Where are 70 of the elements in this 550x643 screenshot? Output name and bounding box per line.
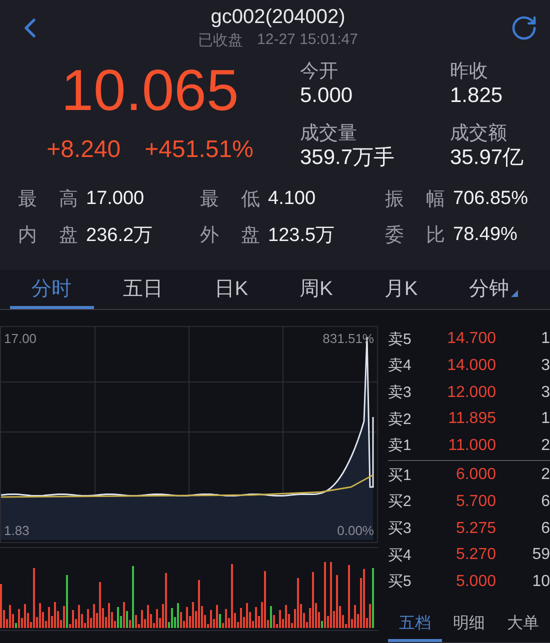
ask-price: 14.000 [446, 356, 496, 375]
ask-level: 卖5 [388, 330, 412, 349]
bid-level: 买4 [388, 546, 412, 565]
bid-price: 5.000 [454, 572, 496, 591]
bid-volume: 6 [540, 492, 550, 511]
bid-volume: 2 [540, 466, 550, 484]
period-tab[interactable]: 周K [278, 270, 355, 310]
summary-label: 成交额 [450, 122, 508, 146]
stat-value: 236.2万 [86, 224, 153, 248]
period-tab[interactable]: 分钟 [447, 270, 540, 310]
ask-volume: 1 [540, 330, 550, 348]
bid-level: 买5 [388, 572, 412, 592]
bid-price: 5.270 [454, 546, 496, 564]
ask-volume: 1 [540, 410, 550, 428]
period-tab[interactable]: 月K [362, 270, 440, 310]
book-tab[interactable]: 大单 [496, 609, 550, 642]
bid-level: 买2 [388, 492, 412, 512]
ask-price: 11.000 [447, 436, 496, 455]
price-change: +8.240 [46, 136, 121, 164]
ask-price: 14.700 [446, 330, 496, 348]
stock-title: gc002(204002) [210, 6, 346, 30]
summary-value: 1.825 [450, 83, 504, 108]
percent-change: +451.51% [144, 136, 254, 164]
summary-label: 成交量 [300, 122, 358, 146]
ask-level: 卖1 [388, 436, 412, 456]
stat-label: 外盘 [200, 224, 260, 248]
period-tab[interactable]: 五日 [101, 270, 186, 310]
book-tab[interactable]: 五档 [388, 609, 442, 642]
ask-volume: 2 [540, 436, 550, 455]
refresh-button[interactable] [510, 14, 538, 42]
bid-level: 买1 [388, 466, 412, 485]
book-tab[interactable]: 明细 [442, 609, 496, 642]
summary-value: 35.97亿 [450, 145, 525, 170]
market-status: 已收盘 [198, 31, 244, 50]
stat-value: 78.49% [453, 224, 518, 246]
bid-price: 5.275 [454, 520, 496, 538]
update-time: 12-27 15:01:47 [257, 31, 358, 50]
stat-value: 4.100 [268, 188, 316, 210]
bid-price: 6.000 [454, 466, 496, 484]
period-tab[interactable]: 日K [192, 270, 270, 310]
last-price: 10.065 [61, 57, 239, 126]
bid-volume: 59 [531, 546, 550, 564]
ask-volume: 3 [540, 356, 550, 375]
ask-level: 卖3 [388, 383, 412, 402]
bid-volume: 10 [531, 572, 550, 591]
axis-label: 831.51% [322, 331, 374, 346]
stat-value: 123.5万 [268, 224, 335, 248]
summary-label: 昨收 [450, 60, 489, 84]
stat-label: 振幅 [385, 188, 445, 212]
ask-volume: 3 [540, 384, 550, 402]
ask-price: 12.000 [446, 384, 496, 402]
summary-value: 5.000 [300, 83, 354, 108]
stat-label: 最低 [200, 188, 260, 212]
bid-volume: 6 [540, 520, 550, 538]
stat-label: 委比 [385, 224, 445, 248]
refresh-icon [510, 14, 538, 42]
ask-level: 卖2 [388, 410, 412, 429]
summary-value: 359.7万手 [300, 145, 396, 170]
stat-label: 内盘 [18, 224, 78, 248]
stat-label: 最高 [18, 188, 78, 212]
summary-label: 今开 [300, 60, 339, 84]
ask-price: 11.895 [447, 410, 496, 428]
axis-label: 1.83 [4, 523, 30, 538]
ask-level: 卖4 [388, 356, 412, 376]
axis-label: 0.00% [337, 523, 374, 538]
stat-value: 706.85% [453, 188, 528, 210]
bid-price: 5.700 [454, 492, 496, 511]
axis-label: 17.00 [4, 331, 37, 346]
bid-level: 买3 [388, 519, 412, 538]
stat-value: 17.000 [86, 188, 144, 210]
